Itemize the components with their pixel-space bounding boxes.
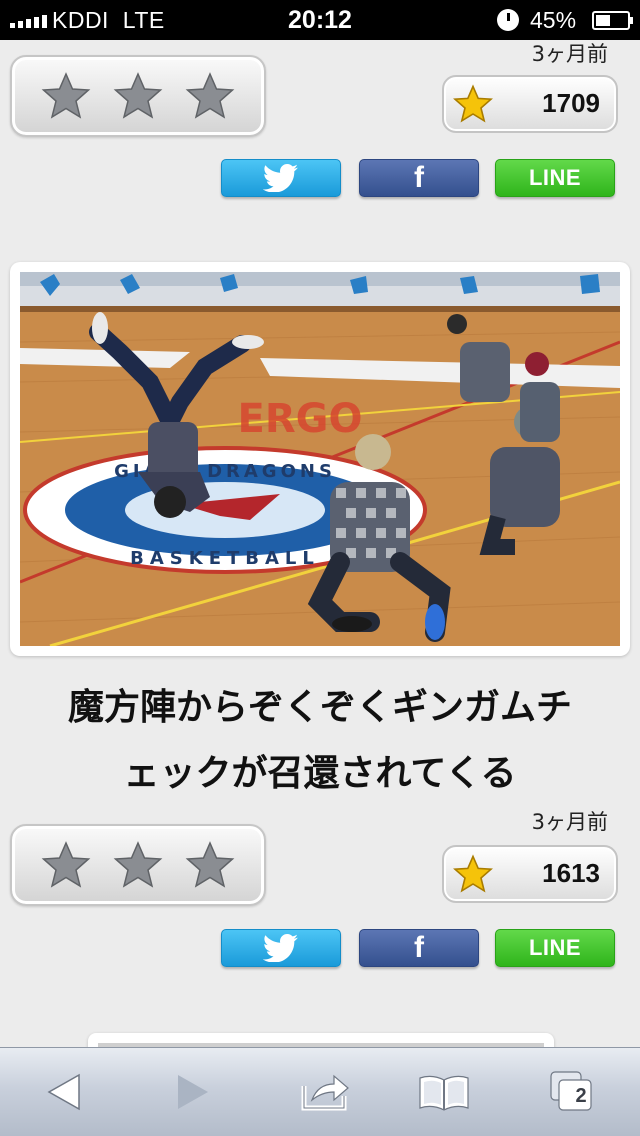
post-timestamp: 3ヶ月前 (531, 42, 608, 66)
post-timestamp: 3ヶ月前 (531, 810, 608, 834)
battery-percentage: 45% (530, 7, 577, 33)
facebook-share-button[interactable]: f (359, 159, 479, 197)
star-outline-icon[interactable] (113, 71, 163, 121)
gold-star-icon (453, 84, 493, 123)
post-photo[interactable]: GIANT DRAGONS BASKETBALL ERGO (20, 272, 620, 646)
star-outline-icon[interactable] (185, 840, 235, 890)
line-share-button[interactable]: LINE (495, 159, 615, 197)
like-count: 1613 (542, 858, 600, 888)
twitter-share-button[interactable] (221, 159, 341, 197)
tabs-button[interactable]: 2 (542, 1066, 602, 1118)
like-count-badge[interactable]: 1613 (442, 845, 618, 903)
post-headline[interactable]: 魔方陣からぞくぞくギンガムチ ェックが召還されてくる (20, 675, 620, 807)
browser-toolbar: 2 (0, 1047, 640, 1136)
rating-stars (10, 824, 266, 906)
twitter-bird-icon (263, 934, 298, 962)
forward-arrow-icon (178, 1075, 208, 1109)
forward-button[interactable] (162, 1066, 222, 1118)
tabs-count: 2 (575, 1085, 587, 1107)
alarm-icon (497, 9, 519, 31)
headline-line-1: 魔方陣からぞくぞくギンガムチ (67, 687, 572, 728)
battery-icon (592, 11, 633, 30)
status-bar: KDDI LTE 20:12 45% (0, 0, 640, 40)
post-image-card: GIANT DRAGONS BASKETBALL ERGO (10, 262, 630, 656)
facebook-share-button[interactable]: f (359, 929, 479, 967)
svg-text:BASKETBALL: BASKETBALL (130, 548, 320, 569)
bookmarks-icon (419, 1075, 469, 1111)
rating-stars (10, 55, 266, 137)
gold-star-icon (453, 854, 493, 893)
back-arrow-icon (47, 1073, 80, 1111)
bookmarks-button[interactable] (414, 1066, 474, 1118)
twitter-share-button[interactable] (221, 929, 341, 967)
dance-performance-photo: GIANT DRAGONS BASKETBALL ERGO (20, 272, 620, 646)
svg-text:ERGO: ERGO (238, 396, 363, 442)
twitter-bird-icon (263, 164, 298, 192)
back-button[interactable] (35, 1066, 95, 1118)
like-count: 1709 (542, 88, 600, 118)
line-share-button[interactable]: LINE (495, 929, 615, 967)
like-count-badge[interactable]: 1709 (442, 75, 618, 133)
share-icon (301, 1074, 349, 1111)
headline-line-2: ェックが召還されてくる (123, 753, 517, 794)
star-outline-icon[interactable] (41, 840, 91, 890)
star-outline-icon[interactable] (113, 840, 163, 890)
share-button[interactable] (295, 1066, 355, 1118)
star-outline-icon[interactable] (41, 71, 91, 121)
star-outline-icon[interactable] (185, 71, 235, 121)
